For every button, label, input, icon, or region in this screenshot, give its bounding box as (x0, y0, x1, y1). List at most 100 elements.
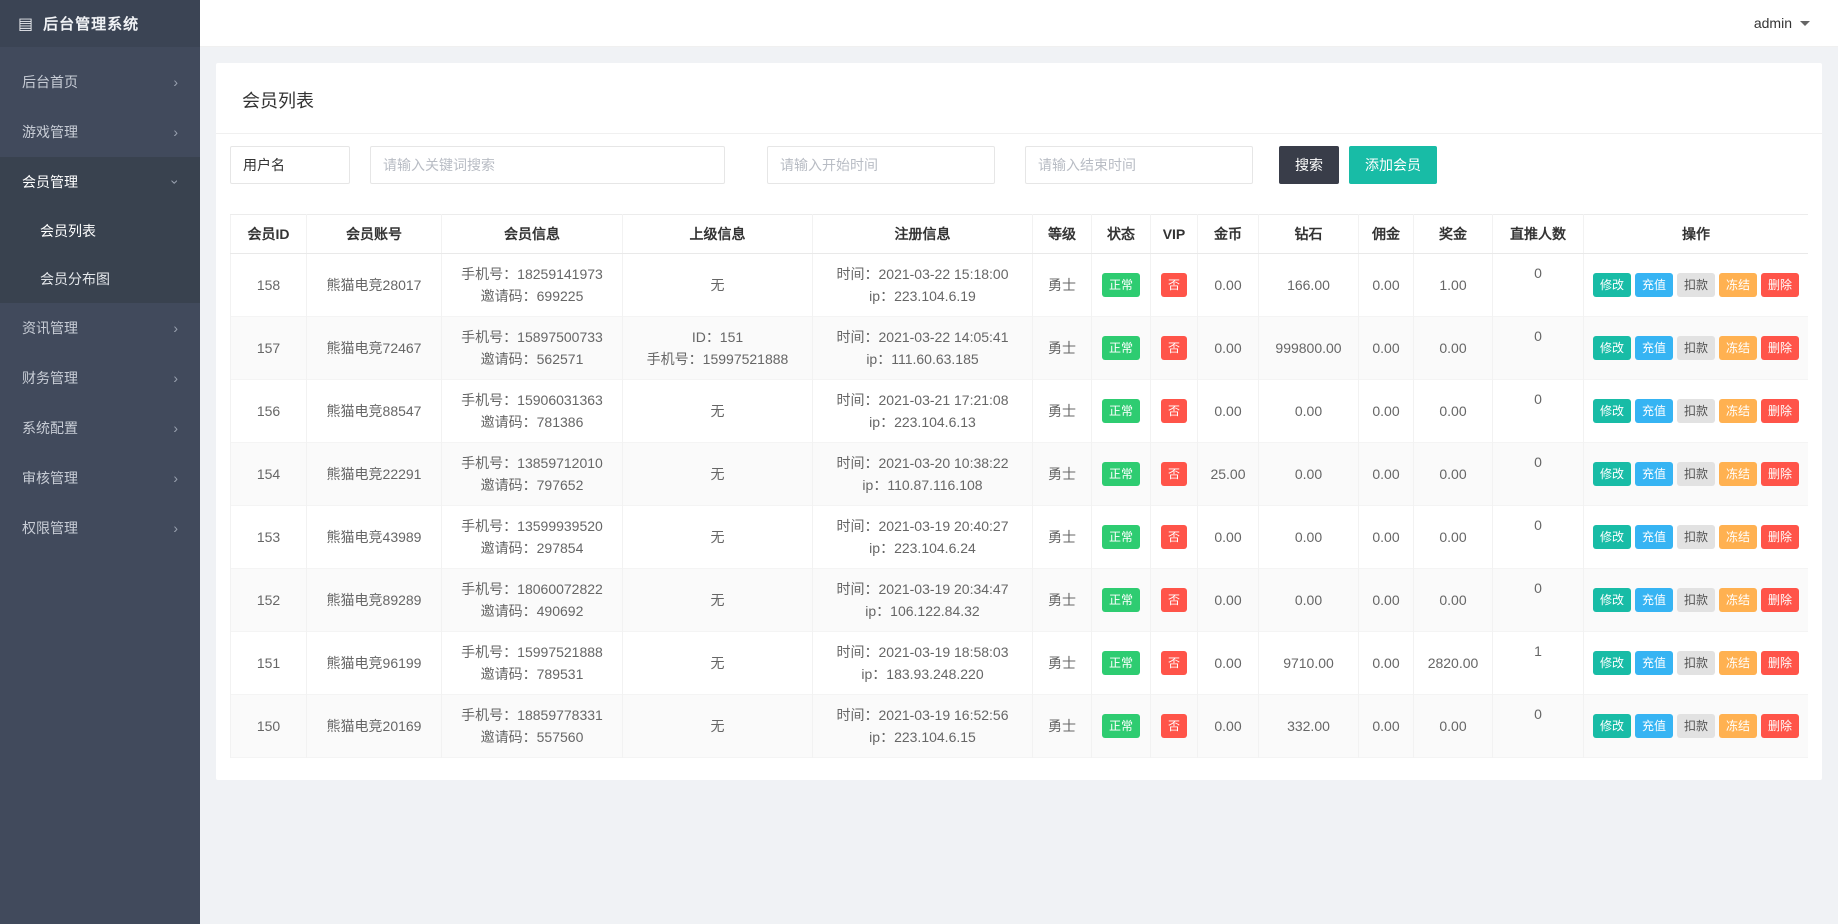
sidebar-item-games[interactable]: 游戏管理 › (0, 107, 200, 157)
deduct-button[interactable]: 扣款 (1676, 714, 1715, 738)
recharge-button[interactable]: 充值 (1634, 525, 1673, 549)
modify-button[interactable]: 修改 (1592, 588, 1631, 612)
sidebar-item-audit[interactable]: 审核管理 › (0, 453, 200, 503)
freeze-button[interactable]: 冻结 (1719, 588, 1758, 612)
sidebar-item-news[interactable]: 资讯管理 › (0, 303, 200, 353)
sidebar-subitem-member-list[interactable]: 会员列表 (0, 207, 200, 255)
col-status: 状态 (1091, 214, 1151, 254)
modify-button[interactable]: 修改 (1592, 714, 1631, 738)
cell-actions: 修改 充值 扣款 冻结 删除 (1584, 695, 1809, 758)
status-badge: 正常 (1101, 336, 1140, 360)
main-area: admin 会员列表 用户名 搜索 添加会员 (200, 0, 1838, 924)
table-row: 156 熊猫电竞88547 手机号：15906031363 邀请码：781386 无时间… (230, 379, 1809, 443)
deduct-button[interactable]: 扣款 (1676, 651, 1715, 675)
freeze-button[interactable]: 冻结 (1719, 336, 1758, 360)
cell-status: 正常 (1091, 442, 1151, 506)
deduct-button[interactable]: 扣款 (1676, 588, 1715, 612)
deduct-button[interactable]: 扣款 (1676, 336, 1715, 360)
freeze-button[interactable]: 冻结 (1719, 399, 1758, 423)
modify-button[interactable]: 修改 (1592, 336, 1631, 360)
delete-button[interactable]: 删除 (1761, 714, 1800, 738)
status-badge: 正常 (1101, 399, 1140, 423)
recharge-button[interactable]: 充值 (1634, 651, 1673, 675)
delete-button[interactable]: 删除 (1761, 336, 1800, 360)
recharge-button[interactable]: 充值 (1634, 462, 1673, 486)
sidebar-nav: 后台首页 › 游戏管理 › 会员管理 › 会员列表 会员分布图 资讯管理 › 财… (0, 47, 200, 553)
cell-parent-info: 无 (622, 379, 813, 443)
member-table: 会员ID 会员账号 会员信息 上级信息 注册信息 等级 状态 VIP 金币 钻石 (230, 214, 1808, 758)
start-time-input[interactable] (767, 146, 995, 184)
freeze-button[interactable]: 冻结 (1719, 273, 1758, 297)
sidebar-item-permissions[interactable]: 权限管理 › (0, 503, 200, 553)
freeze-button[interactable]: 冻结 (1719, 714, 1758, 738)
cell-actions: 修改 充值 扣款 冻结 删除 (1584, 506, 1809, 569)
cell-level: 勇士 (1032, 316, 1092, 380)
modify-button[interactable]: 修改 (1592, 525, 1631, 549)
cell-parent-info: 无 (622, 631, 813, 695)
cell-member-info: 手机号：15897500733 邀请码：562571 (441, 316, 623, 380)
sidebar-item-label: 游戏管理 (22, 124, 78, 140)
deduct-button[interactable]: 扣款 (1676, 399, 1715, 423)
recharge-button[interactable]: 充值 (1634, 273, 1673, 297)
deduct-button[interactable]: 扣款 (1676, 525, 1715, 549)
delete-button[interactable]: 删除 (1761, 399, 1800, 423)
cell-commission: 0.00 (1358, 316, 1414, 380)
status-badge: 正常 (1101, 651, 1140, 675)
delete-button[interactable]: 删除 (1761, 651, 1800, 675)
end-time-input[interactable] (1025, 146, 1253, 184)
sidebar-item-finance[interactable]: 财务管理 › (0, 353, 200, 403)
cell-account: 熊猫电竞88547 (306, 379, 442, 443)
cell-commission: 0.00 (1358, 442, 1414, 506)
freeze-button[interactable]: 冻结 (1719, 462, 1758, 486)
delete-button[interactable]: 删除 (1761, 588, 1800, 612)
delete-button[interactable]: 删除 (1761, 273, 1800, 297)
recharge-button[interactable]: 充值 (1634, 399, 1673, 423)
field-select[interactable]: 用户名 (230, 146, 350, 184)
cell-vip: 否 (1150, 568, 1198, 632)
cell-member-id: 153 (230, 505, 307, 569)
cell-actions: 修改 充值 扣款 冻结 删除 (1584, 254, 1809, 317)
sidebar-item-system-config[interactable]: 系统配置 › (0, 403, 200, 453)
modify-button[interactable]: 修改 (1592, 273, 1631, 297)
search-button[interactable]: 搜索 (1279, 146, 1339, 184)
recharge-button[interactable]: 充值 (1634, 714, 1673, 738)
cell-actions: 修改 充值 扣款 冻结 删除 (1584, 380, 1809, 443)
cell-bonus: 0.00 (1413, 379, 1493, 443)
content-area: 会员列表 用户名 搜索 添加会员 (200, 47, 1838, 924)
deduct-button[interactable]: 扣款 (1676, 462, 1715, 486)
deduct-button[interactable]: 扣款 (1676, 273, 1715, 297)
modify-button[interactable]: 修改 (1592, 651, 1631, 675)
add-member-button[interactable]: 添加会员 (1349, 146, 1437, 184)
cell-member-id: 154 (230, 442, 307, 506)
cell-diamond: 332.00 (1258, 694, 1359, 758)
delete-button[interactable]: 删除 (1761, 462, 1800, 486)
col-level: 等级 (1032, 214, 1092, 254)
cell-gold: 0.00 (1197, 316, 1259, 380)
cell-register-info: 时间：2021-03-19 16:52:56 ip：223.104.6.15 (812, 694, 1033, 758)
keyword-input[interactable] (370, 146, 725, 184)
cell-member-info: 手机号：13859712010 邀请码：797652 (441, 442, 623, 506)
chevron-right-icon: › (173, 370, 178, 386)
cell-member-id: 157 (230, 316, 307, 380)
cell-commission: 0.00 (1358, 694, 1414, 758)
cell-parent-info: 无 (622, 505, 813, 569)
sidebar-item-label: 系统配置 (22, 420, 78, 436)
cell-level: 勇士 (1032, 253, 1092, 317)
recharge-button[interactable]: 充值 (1634, 588, 1673, 612)
sidebar-item-home[interactable]: 后台首页 › (0, 57, 200, 107)
cell-register-info: 时间：2021-03-21 17:21:08 ip：223.104.6.13 (812, 379, 1033, 443)
sidebar-item-members[interactable]: 会员管理 › (0, 157, 200, 207)
freeze-button[interactable]: 冻结 (1719, 651, 1758, 675)
cell-diamond: 0.00 (1258, 442, 1359, 506)
cell-level: 勇士 (1032, 505, 1092, 569)
delete-button[interactable]: 删除 (1761, 525, 1800, 549)
freeze-button[interactable]: 冻结 (1719, 525, 1758, 549)
modify-button[interactable]: 修改 (1592, 399, 1631, 423)
cell-member-info: 手机号：18859778331 邀请码：557560 (441, 694, 623, 758)
recharge-button[interactable]: 充值 (1634, 336, 1673, 360)
vip-badge: 否 (1160, 399, 1187, 423)
modify-button[interactable]: 修改 (1592, 462, 1631, 486)
chevron-right-icon: › (173, 470, 178, 486)
user-menu[interactable]: admin (1754, 15, 1810, 31)
sidebar-subitem-member-distribution[interactable]: 会员分布图 (0, 255, 200, 303)
